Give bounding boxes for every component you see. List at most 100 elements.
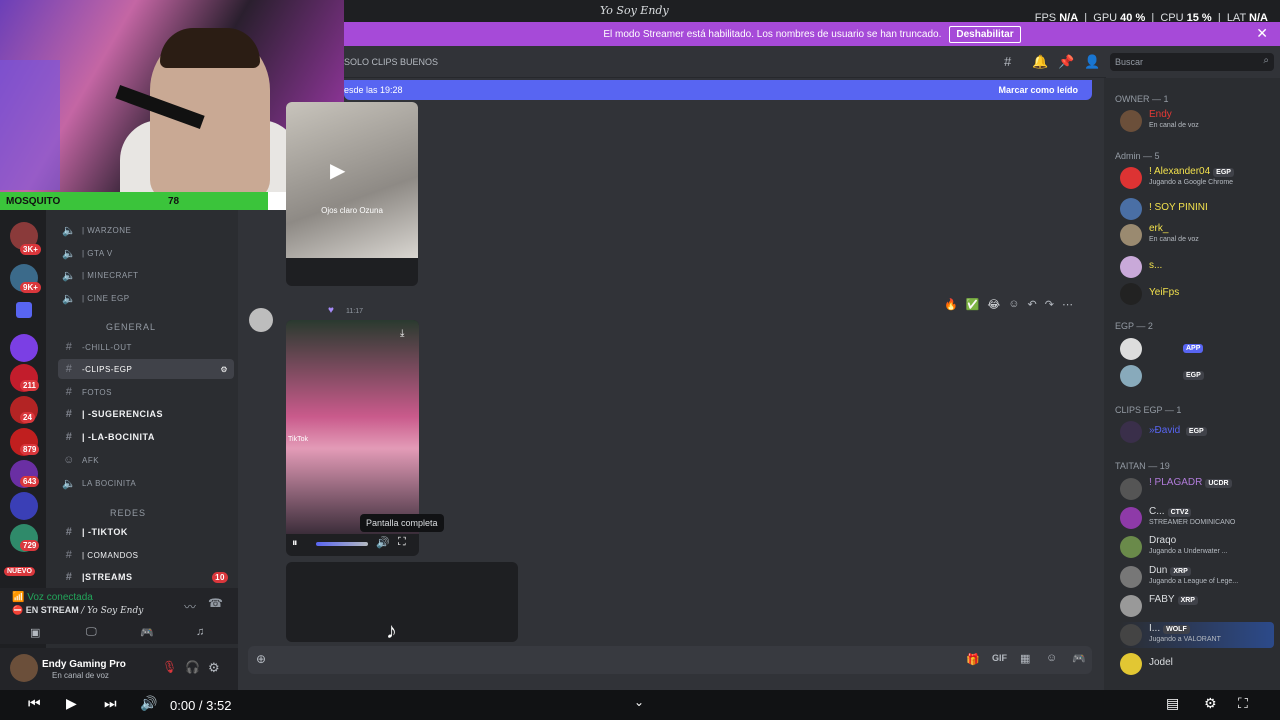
captions-icon[interactable]: ▤ — [1166, 695, 1179, 712]
search-input[interactable]: Buscar ⌕ — [1110, 53, 1274, 71]
channel-bocinita-voice[interactable]: 🔈 LA BOCINITA — [58, 473, 234, 493]
message-time: 11:17 — [346, 308, 363, 315]
bell-icon[interactable]: 🔔 — [1032, 54, 1048, 70]
channel-fotos[interactable]: # FOTOS — [58, 382, 234, 402]
apps-icon[interactable]: 🎮 — [1072, 652, 1086, 665]
next-icon[interactable]: ⏭ — [104, 695, 117, 712]
attach-plus-icon[interactable]: ⊕ — [256, 652, 266, 666]
channel-afk[interactable]: ☺ AFK — [58, 450, 234, 470]
avatar[interactable] — [10, 654, 38, 682]
gif-icon[interactable]: GIF — [992, 653, 1007, 663]
more-icon[interactable]: ⋯ — [1062, 298, 1073, 311]
member-item[interactable]: EGP — [1120, 363, 1270, 389]
member-item[interactable]: I... WOLF Jugando a VALORANT — [1120, 622, 1274, 648]
member-item[interactable]: YeiFps — [1120, 281, 1270, 307]
gift-icon[interactable]: 🎁 — [966, 653, 980, 666]
channel-warzone[interactable]: 🔈 | WARZONE — [58, 220, 234, 240]
channel-topic: SOLO CLIPS BUENOS — [344, 57, 439, 67]
server-icon[interactable] — [10, 492, 38, 520]
channel-sugerencias[interactable]: # | -SUGERENCIAS — [58, 404, 234, 424]
channel-clips-egp[interactable]: # -CLIPS-EGP ⚙ — [58, 359, 234, 379]
emoji-icon[interactable]: ☺ — [1046, 652, 1057, 664]
member-item[interactable]: FABY XRP — [1120, 593, 1270, 619]
avatar — [1120, 624, 1142, 646]
close-icon[interactable]: ✕ — [1256, 25, 1268, 42]
channel-streams[interactable]: # |STREAMS 10 — [58, 567, 234, 587]
settings-icon[interactable]: ⚙ — [1204, 695, 1217, 712]
mic-muted-icon[interactable]: 🎙 — [162, 660, 177, 674]
forward-icon[interactable]: ↷ — [1045, 298, 1054, 311]
category-general[interactable]: GENERAL — [106, 322, 156, 332]
channel-comandos[interactable]: # | COMANDOS — [58, 545, 234, 565]
add-reaction-icon[interactable]: ☺ — [1008, 298, 1019, 310]
noise-icon[interactable]: 〰 — [184, 598, 196, 615]
channel-chill-out[interactable]: # -CHILL-OUT — [58, 337, 234, 357]
soundboard-icon[interactable]: ♫ — [196, 626, 204, 638]
member-item[interactable]: C... CTV2 STREAMER DOMINICANO — [1120, 505, 1270, 531]
member-item[interactable]: ! SOY PININI — [1120, 196, 1270, 222]
activity-icon[interactable]: 🎮 — [140, 626, 154, 639]
member-item[interactable]: Jodel — [1120, 651, 1270, 677]
reply-icon[interactable]: ↶ — [1028, 298, 1037, 311]
person-hair — [160, 28, 260, 68]
server-icon[interactable] — [10, 334, 38, 362]
player-time: 0:00 / 3:52 — [170, 698, 232, 713]
play-icon[interactable]: ▶ — [330, 158, 345, 183]
members-icon[interactable]: 👤 — [1084, 54, 1100, 70]
volume-icon[interactable]: 🔊 — [376, 536, 390, 549]
member-item[interactable]: Draqo Jugando a Underwater ... — [1120, 534, 1270, 560]
avatar — [1120, 536, 1142, 558]
member-item[interactable]: »Đavid EGP — [1120, 419, 1270, 445]
hash-icon: # — [65, 363, 73, 375]
new-messages-bar[interactable]: esde las 19:28 Marcar como leído — [344, 80, 1092, 100]
channel-la-bocinita[interactable]: # | -LA-BOCINITA — [58, 427, 234, 447]
check-icon[interactable]: ✅ — [966, 298, 980, 311]
volume-icon[interactable]: 🔊 — [140, 695, 157, 712]
settings-gear-icon[interactable]: ⚙ — [208, 660, 220, 676]
member-item[interactable]: Dun XRP Jugando a League of Lege... — [1120, 564, 1270, 590]
channel-tiktok[interactable]: # | -TIKTOK — [58, 522, 234, 542]
pause-icon[interactable]: ⏸ — [292, 537, 298, 550]
mark-read-button[interactable]: Marcar como leído — [998, 85, 1078, 95]
disconnect-icon[interactable]: ☎ — [208, 596, 223, 610]
screen-share-icon[interactable]: 🖵 — [86, 626, 97, 639]
avatar — [1120, 283, 1142, 305]
chevron-down-icon[interactable]: ⌄ — [634, 695, 644, 709]
fullscreen-icon[interactable]: ⛶ — [398, 536, 406, 549]
member-item[interactable]: s... — [1120, 254, 1270, 280]
voice-channel[interactable]: ⛔ EN STREAM / Yo Soy Endy — [12, 605, 143, 616]
gear-icon[interactable]: ⚙ — [220, 365, 234, 374]
fire-icon[interactable]: 🔥 — [944, 298, 958, 311]
laugh-icon[interactable]: 😂 — [987, 298, 1000, 311]
member-item[interactable]: ! PLAGADR UCDR — [1120, 476, 1270, 502]
server-badge: 9K+ — [20, 282, 41, 293]
speaker-icon: 🔈 — [62, 269, 77, 282]
video-thumbnail[interactable]: ▶ Ojos claro Ozuna — [286, 102, 418, 286]
folder-icon[interactable] — [16, 302, 32, 318]
disable-button[interactable]: Deshabilitar — [949, 25, 1021, 43]
threads-icon[interactable]: # — [1004, 54, 1011, 69]
member-item[interactable]: APP — [1120, 336, 1270, 362]
message-composer[interactable]: ⊕ 🎁 GIF ▦ ☺ 🎮 — [248, 646, 1092, 674]
user-name[interactable]: Endy Gaming Pro — [42, 659, 126, 670]
previous-icon[interactable]: ⏮ — [28, 695, 41, 712]
avatar[interactable] — [249, 308, 273, 332]
pin-icon[interactable]: 📌 — [1058, 54, 1074, 70]
server-badge: 643 — [20, 476, 40, 487]
member-item[interactable]: Endy En canal de voz — [1120, 108, 1270, 134]
video-player-bar: ⏮ ▶ ⏭ 🔊 0:00 / 3:52 ⌄ ▤ ⚙ ⛶ — [0, 690, 1280, 720]
camera-off-icon[interactable]: ▣ — [30, 626, 40, 639]
sticker-icon[interactable]: ▦ — [1020, 652, 1030, 665]
member-item[interactable]: erk_ En canal de voz — [1120, 222, 1270, 248]
download-icon[interactable]: ⤓ — [400, 328, 404, 339]
play-icon[interactable]: ▶ — [66, 695, 77, 712]
member-item[interactable]: ! Alexander04 EGP Jugando a Google Chrome — [1120, 165, 1270, 191]
fullscreen-icon[interactable]: ⛶ — [1238, 695, 1248, 712]
channel-gta[interactable]: 🔈 | GTA V — [58, 243, 234, 263]
tiktok-embed[interactable]: ♪ — [286, 562, 518, 642]
progress-slider[interactable] — [316, 542, 368, 546]
channel-minecraft[interactable]: 🔈 | MINECRAFT — [58, 265, 234, 285]
category-redes[interactable]: REDES — [110, 508, 146, 518]
deafen-icon[interactable]: 🎧 — [185, 660, 200, 674]
channel-cine[interactable]: 🔈 | CINE EGP — [58, 288, 234, 308]
